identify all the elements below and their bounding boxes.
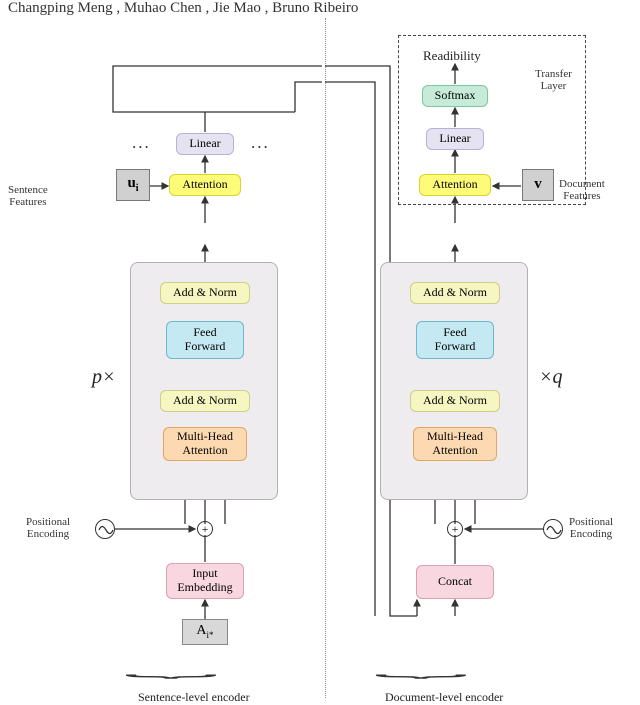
- linear-block-left: Linear: [176, 133, 234, 155]
- author-line: Changping Meng , Muhao Chen , Jie Mao , …: [8, 0, 358, 17]
- addnorm-bottom-right: Add & Norm: [410, 390, 500, 412]
- caption-left: Sentence-level encoder: [138, 690, 250, 705]
- brace-right: ⏟: [374, 657, 468, 678]
- addnorm-bottom-left: Add & Norm: [160, 390, 250, 412]
- linear-block-right: Linear: [426, 128, 484, 150]
- document-feature-box: v: [522, 169, 554, 201]
- brace-left: ⏟: [124, 657, 218, 678]
- feedforward-right: Feed Forward: [416, 321, 494, 359]
- sentence-feature-box: ui: [116, 169, 150, 201]
- dots-left: ...: [132, 133, 151, 153]
- concat-block: Concat: [416, 565, 494, 599]
- dots-right: ...: [251, 133, 270, 153]
- input-embedding: Input Embedding: [166, 563, 244, 599]
- sine-icon-right: [543, 519, 563, 539]
- transfer-layer-label: Transfer Layer: [535, 68, 572, 92]
- add-circle-left: +: [197, 521, 213, 537]
- addnorm-top-right: Add & Norm: [410, 282, 500, 304]
- positional-encoding-label-left: Positional Encoding: [26, 516, 70, 540]
- attention-block-right: Attention: [419, 174, 491, 196]
- document-features-label: Document Features: [559, 178, 605, 202]
- sentence-features-label: Sentence Features: [8, 184, 48, 208]
- feedforward-left: Feed Forward: [166, 321, 244, 359]
- repeat-p: p×: [92, 366, 116, 389]
- column-divider: [325, 18, 326, 698]
- multihead-attention-left: Multi-Head Attention: [163, 427, 247, 461]
- repeat-q: ×q: [539, 366, 563, 389]
- multihead-attention-right: Multi-Head Attention: [413, 427, 497, 461]
- addnorm-top-left: Add & Norm: [160, 282, 250, 304]
- positional-encoding-label-right: Positional Encoding: [569, 516, 613, 540]
- softmax-block: Softmax: [422, 85, 488, 107]
- readability-label: Readibility: [423, 48, 481, 64]
- input-token-box: Ai*: [182, 619, 228, 645]
- attention-block-left: Attention: [169, 174, 241, 196]
- sine-icon-left: [95, 519, 115, 539]
- caption-right: Document-level encoder: [385, 690, 503, 705]
- add-circle-right: +: [447, 521, 463, 537]
